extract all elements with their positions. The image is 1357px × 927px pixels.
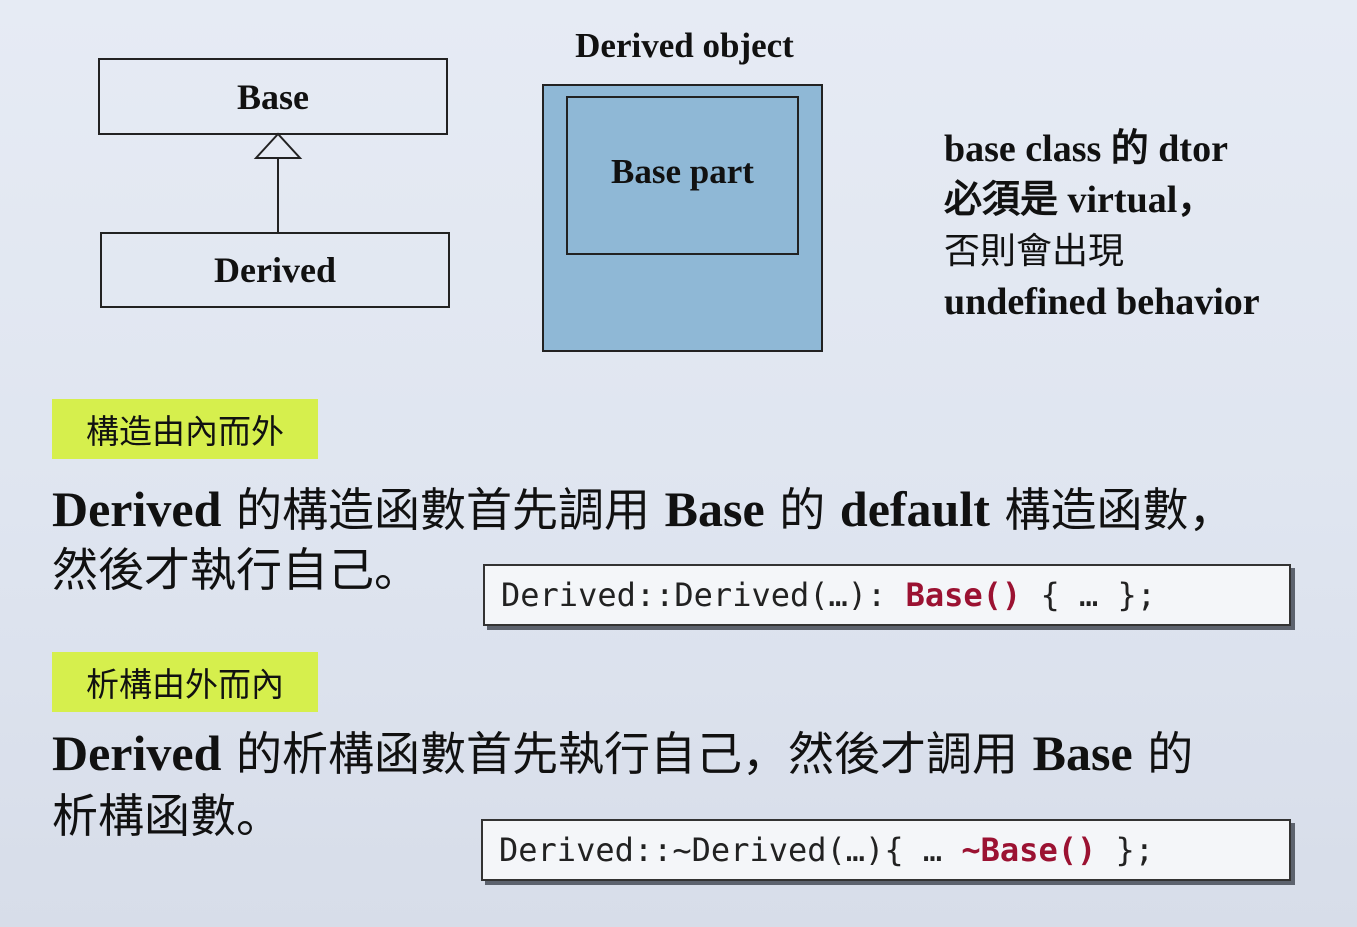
note-line-1: base class 的 dtor — [944, 128, 1228, 170]
uml-base-class-box: Base — [98, 58, 448, 135]
destruction-text-a: 的析構函數首先執行自己，然後才調用 — [221, 727, 1033, 781]
destruction-code-post: }; — [1096, 831, 1155, 869]
inheritance-arrow-head — [253, 132, 303, 159]
construction-code-highlight: Base() — [905, 576, 1022, 614]
construction-code-box: Derived::Derived(…): Base() { … }; — [483, 564, 1291, 626]
destruction-code-highlight: ~Base() — [961, 831, 1097, 869]
destruction-line-2: 析構函數。 — [52, 789, 282, 843]
construction-line-2: 然後才執行自己。 — [52, 543, 420, 597]
construction-base-word: Base — [664, 481, 765, 537]
virtual-dtor-note: base class 的 dtor 必須是 virtual， 否則會出現 und… — [944, 124, 1260, 328]
construction-text-a: 的構造函數首先調用 — [221, 483, 665, 537]
construction-tag: 構造由內而外 — [52, 399, 318, 459]
construction-code-post: { … }; — [1021, 576, 1157, 614]
inheritance-arrow — [253, 132, 303, 232]
destruction-text-b: 的 — [1132, 727, 1194, 781]
destruction-tag: 析構由外而內 — [52, 652, 318, 712]
construction-text-b: 的 — [764, 483, 840, 537]
destruction-code-pre: Derived::~Derived(…){ … — [499, 831, 962, 869]
uml-base-label: Base — [237, 76, 309, 117]
construction-line-1: Derived 的構造函數首先調用 Base 的 default 構造函數， — [52, 474, 1235, 540]
note-line-4: undefined behavior — [944, 281, 1260, 323]
construction-derived-word: Derived — [52, 481, 222, 537]
destruction-line-1: Derived 的析構函數首先執行自己，然後才調用 Base 的 — [52, 718, 1193, 784]
base-part-label: Base part — [611, 151, 754, 191]
destruction-code-box: Derived::~Derived(…){ … ~Base() }; — [481, 819, 1291, 881]
note-line-3: 否則會出現 — [944, 231, 1125, 272]
construction-default-word: default — [839, 481, 990, 537]
destruction-base-word: Base — [1032, 725, 1133, 781]
construction-text-c: 構造函數， — [989, 483, 1235, 537]
base-part-box: Base part — [566, 96, 799, 255]
destruction-derived-word: Derived — [52, 725, 222, 781]
construction-code-pre: Derived::Derived(…): — [501, 576, 906, 614]
note-line-2: 必須是 virtual， — [944, 179, 1216, 221]
uml-derived-class-box: Derived — [100, 232, 450, 308]
derived-object-title: Derived object — [575, 26, 794, 65]
uml-derived-label: Derived — [214, 250, 336, 290]
